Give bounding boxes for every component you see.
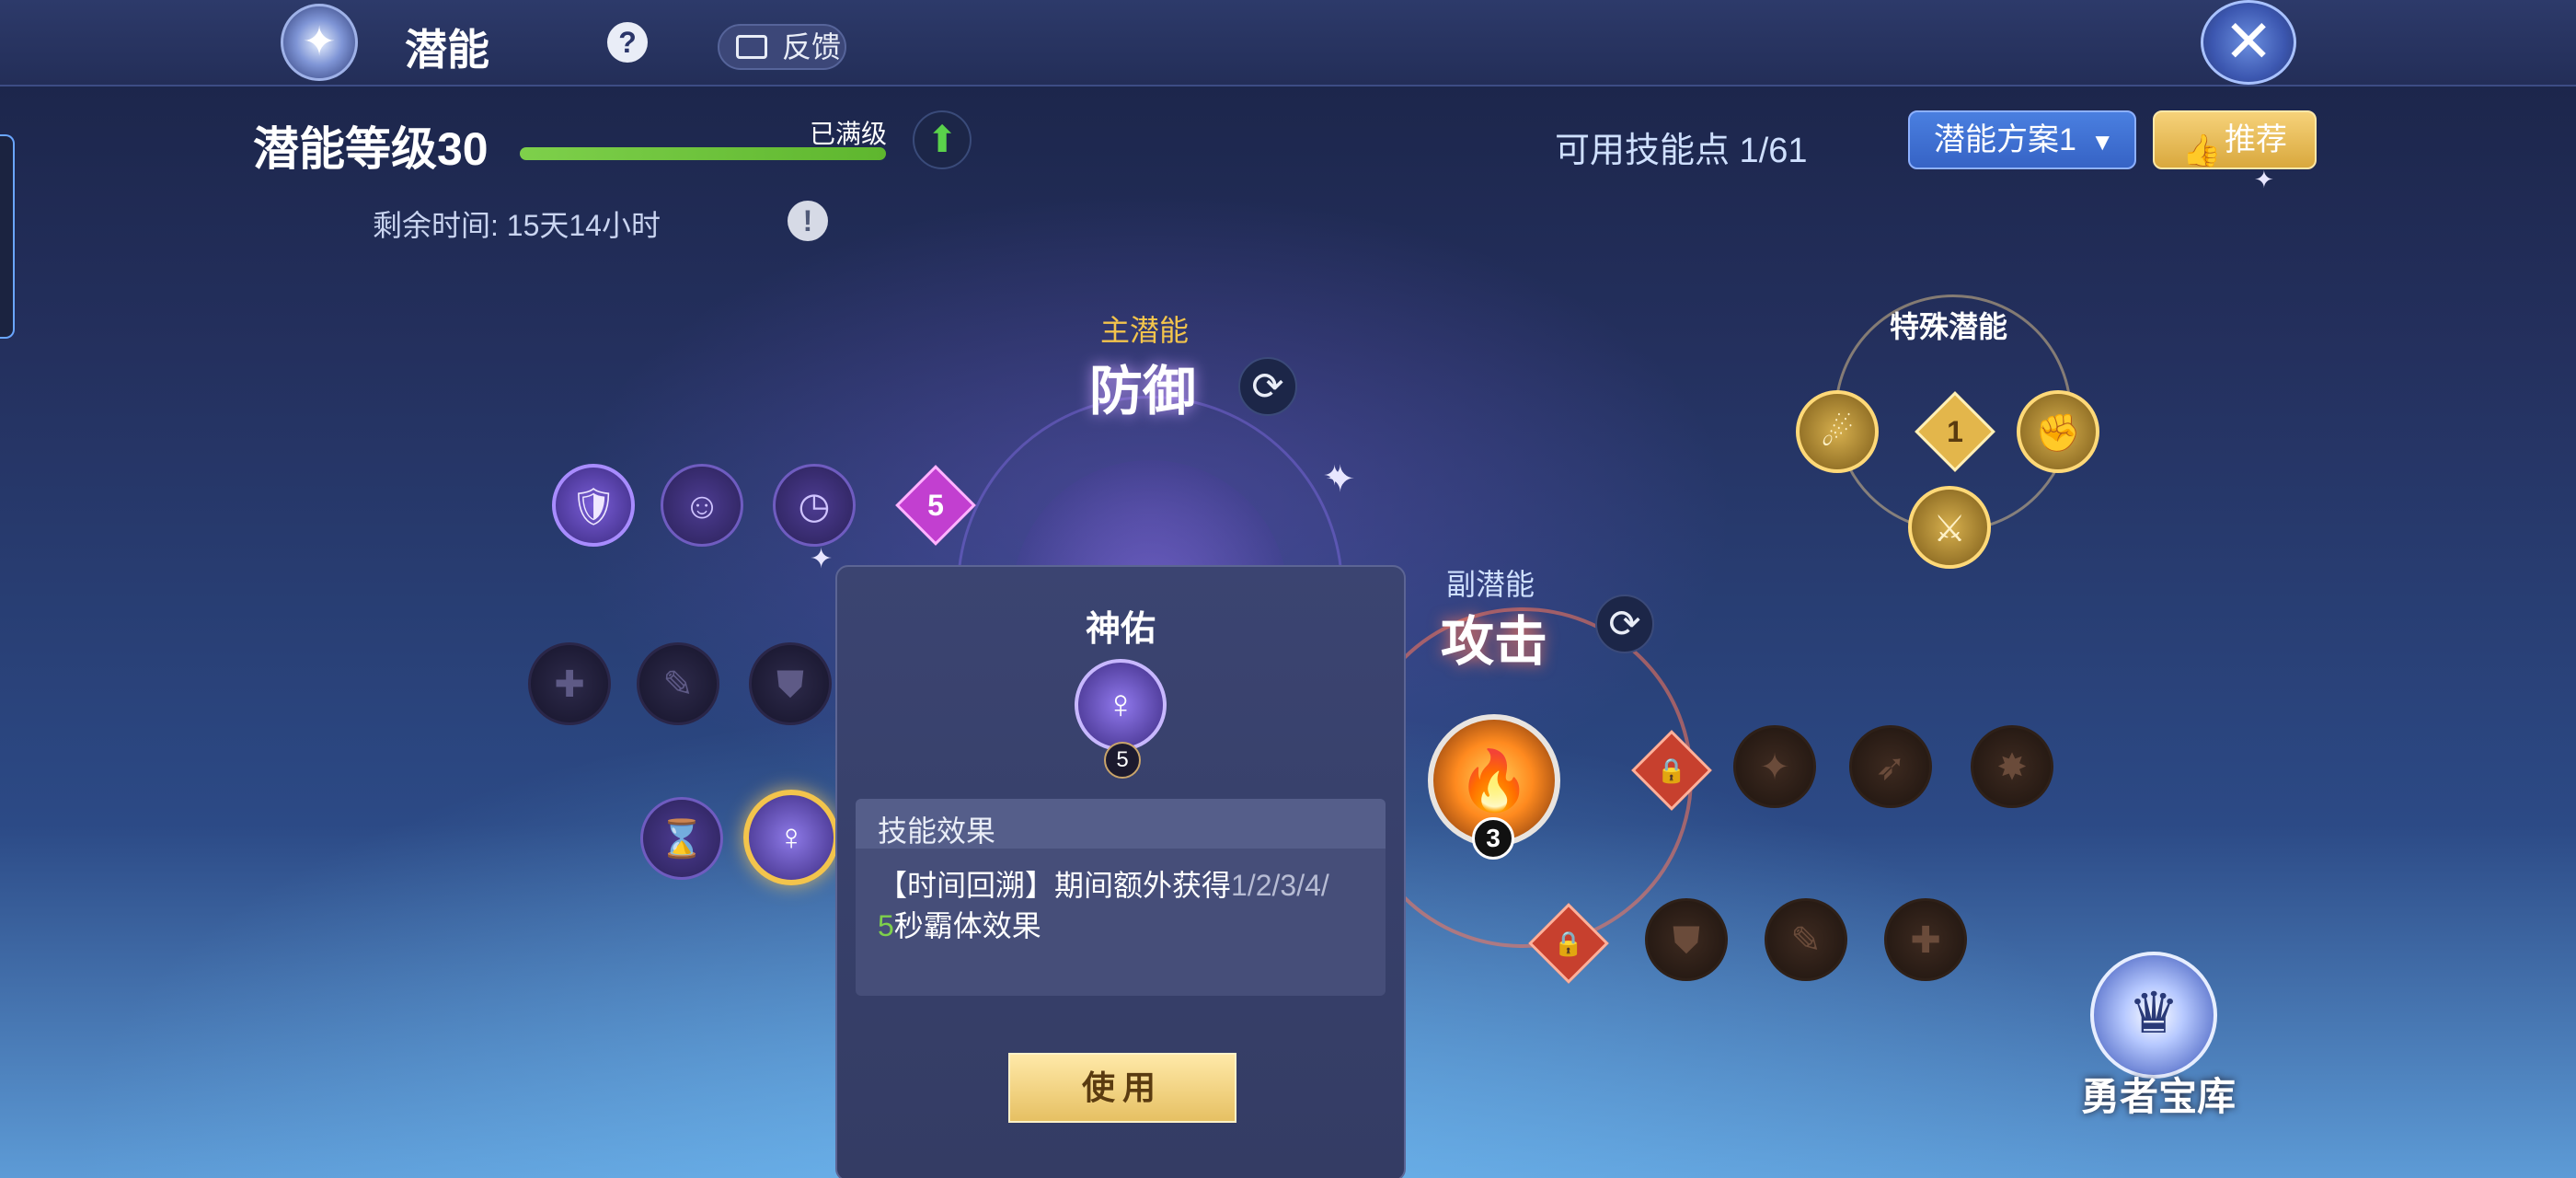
skill-node-locked-3[interactable]: ⛊: [749, 642, 832, 725]
sub-tree-name: 攻击: [1441, 612, 1548, 672]
effect-values: 1/2/3/4/: [1231, 869, 1329, 902]
info-icon[interactable]: !: [788, 201, 828, 241]
skill-node-locked-2[interactable]: ✎: [637, 642, 719, 725]
special-tree-level: 1: [1947, 415, 1963, 448]
potential-screen: ✦ ✦ ✦ ✦ ✦ 潜能 ? 反馈 ✕ 潜能等级30 已满级 ⬆ 剩余时间: 1…: [0, 0, 2576, 1178]
potential-level: 潜能等级30: [253, 123, 489, 175]
plan-dropdown[interactable]: 潜能方案1 ▼: [1908, 110, 2136, 169]
level-status: 已满级: [810, 120, 888, 148]
main-tree-refresh-button[interactable]: ⟳: [1238, 357, 1297, 416]
sparkle-icon: ✦: [1323, 461, 1347, 491]
effect-title: 技能效果: [878, 814, 996, 848]
feedback-button[interactable]: 反馈: [718, 24, 846, 70]
thumbs-up-icon: 👍: [2182, 133, 2222, 168]
sparkle-icon: ✦: [810, 544, 834, 574]
skill-detail-popup: 神佑 ♀ 5 技能效果 【时间回溯】期间额外获得1/2/3/4/5秒霸体效果 使…: [835, 565, 1406, 1178]
popup-title: 神佑: [1085, 610, 1156, 649]
skill-points: 可用技能点 1/61: [1555, 132, 1808, 170]
skill-node-locked-spear[interactable]: ➶: [1849, 725, 1932, 808]
feedback-label: 反馈: [782, 30, 842, 64]
effect-current-value: 5: [878, 909, 894, 942]
skill-node-bust[interactable]: ☺: [661, 464, 743, 547]
effect-description: 【时间回溯】期间额外获得1/2/3/4/5秒霸体效果: [878, 865, 1374, 946]
level-up-button[interactable]: ⬆: [913, 110, 972, 169]
skill-node-locked-1[interactable]: ✚: [528, 642, 611, 725]
popup-skill-level: 5: [1104, 742, 1141, 779]
sparkle-icon: ✦: [2254, 166, 2274, 193]
side-drawer-tab[interactable]: [0, 134, 15, 339]
recommend-button[interactable]: 👍 推荐: [2153, 110, 2317, 169]
effect-text-part2: 秒霸体效果: [893, 909, 1041, 942]
skill-node-shield[interactable]: 🛡: [552, 464, 635, 547]
effect-box: 技能效果 【时间回溯】期间额外获得1/2/3/4/5秒霸体效果: [856, 799, 1386, 996]
chat-bubble-icon: [736, 35, 767, 59]
potential-emblem-icon: ✦: [281, 4, 358, 81]
skill-node-locked-dash[interactable]: ✸: [1971, 725, 2053, 808]
help-button[interactable]: ?: [607, 22, 648, 63]
skill-node-locked-armor[interactable]: ⛊: [1645, 898, 1728, 981]
recommend-label: 推荐: [2225, 122, 2287, 157]
main-tree-name: 防御: [1089, 362, 1197, 422]
effect-text-part1: 【时间回溯】期间额外获得: [878, 869, 1232, 902]
main-tree-level: 5: [927, 489, 944, 522]
main-tree-caption: 主潜能: [1100, 314, 1190, 347]
use-button[interactable]: 使用: [1008, 1053, 1236, 1123]
time-remaining: 剩余时间: 15天14小时: [373, 209, 661, 242]
top-bar: ✦ 潜能 ? 反馈 ✕: [0, 0, 2576, 87]
sub-tree-level: 3: [1472, 817, 1514, 860]
page-title: 潜能: [405, 26, 489, 74]
treasure-vault-icon[interactable]: ♛: [2090, 952, 2217, 1079]
skill-node-locked-kick[interactable]: ✦: [1733, 725, 1816, 808]
sub-tree-refresh-button[interactable]: ⟳: [1595, 595, 1654, 653]
up-arrow-icon: ⬆: [926, 120, 958, 160]
vault-label: 勇者宝库: [2081, 1075, 2237, 1118]
skill-node-special-fist[interactable]: ✊: [2017, 390, 2099, 473]
skill-node-locked-heal[interactable]: ✚: [1884, 898, 1967, 981]
skill-node-shield-clock[interactable]: ◷: [773, 464, 856, 547]
effect-header: 技能效果: [856, 799, 1386, 849]
skill-node-locked-dagger[interactable]: ✎: [1765, 898, 1847, 981]
skill-node-divine-blessing[interactable]: ♀: [743, 790, 839, 885]
plan-label: 潜能方案1: [1934, 122, 2076, 157]
skill-node-hourglass[interactable]: ⌛: [640, 797, 723, 880]
close-button[interactable]: ✕: [2201, 0, 2296, 85]
caret-down-icon: ▼: [2090, 128, 2115, 156]
special-tree-caption: 特殊潜能: [1890, 310, 2008, 343]
skill-node-special-swords[interactable]: ⚔: [1908, 486, 1991, 569]
divine-blessing-icon: ♀: [1075, 659, 1167, 751]
skill-node-special-left[interactable]: ☄: [1796, 390, 1879, 473]
